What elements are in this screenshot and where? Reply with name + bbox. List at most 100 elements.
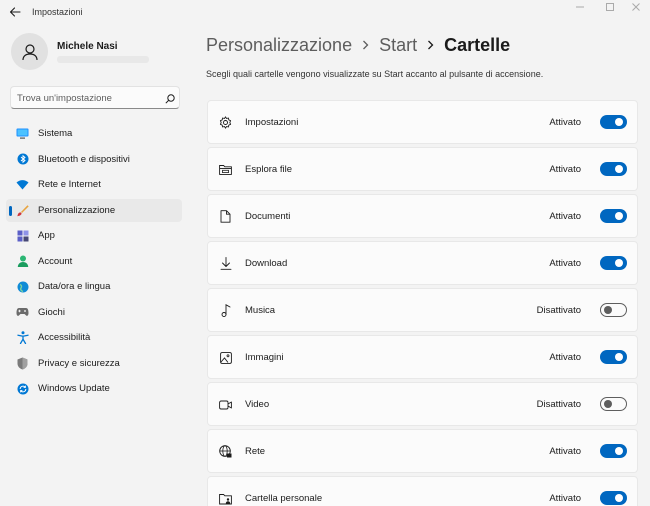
person-icon <box>21 43 38 60</box>
shield-icon <box>16 357 29 370</box>
toggle-switch[interactable] <box>600 209 627 223</box>
back-button[interactable] <box>8 5 24 21</box>
close-button[interactable] <box>620 0 650 14</box>
toggle-knob <box>615 212 623 220</box>
document-icon <box>219 210 232 223</box>
toggle-knob <box>615 118 623 126</box>
sidebar-item-sistema[interactable]: Sistema <box>6 122 182 146</box>
music-icon <box>219 304 232 317</box>
globe-clock-icon <box>16 280 29 293</box>
breadcrumb-item-personalizzazione[interactable]: Personalizzazione <box>206 35 352 56</box>
toggle-switch[interactable] <box>600 162 627 176</box>
folder-label: Video <box>245 399 270 410</box>
toggle-knob <box>604 306 612 314</box>
sidebar-item-label: App <box>38 230 55 241</box>
toggle-status: Attivato <box>549 258 581 269</box>
video-icon <box>219 398 232 411</box>
folder-row-download: Download Attivato <box>207 241 638 285</box>
wifi-icon <box>16 178 29 191</box>
folder-label: Immagini <box>245 352 284 363</box>
sidebar-item-personalizzazione[interactable]: Personalizzazione <box>6 198 182 222</box>
profile-email-redacted <box>57 56 149 63</box>
toggle-knob <box>615 259 623 267</box>
chevron-right-icon <box>362 38 369 53</box>
page-title: Cartelle <box>444 34 511 55</box>
folder-row-cartella-personale: Cartella personale Attivato <box>207 476 638 506</box>
close-icon <box>632 3 640 11</box>
page-description: Scegli quali cartelle vengono visualizza… <box>206 69 544 79</box>
folder-label: Documenti <box>245 211 291 222</box>
folder-list: Impostazioni Attivato Esplora file Attiv… <box>207 100 638 506</box>
minimize-button[interactable] <box>564 0 596 14</box>
minimize-icon <box>576 6 584 8</box>
personal-folder-icon <box>219 492 232 505</box>
sidebar-item-rete[interactable]: Rete e Internet <box>6 173 182 197</box>
folder-icon <box>219 163 232 176</box>
toggle-status: Attivato <box>549 164 581 175</box>
folder-label: Impostazioni <box>245 117 299 128</box>
brush-icon <box>16 204 29 217</box>
folder-label: Cartella personale <box>245 493 323 504</box>
folder-row-documenti: Documenti Attivato <box>207 194 638 238</box>
sidebar-item-windows-update[interactable]: Windows Update <box>6 377 182 401</box>
maximize-icon <box>606 3 614 11</box>
avatar <box>11 33 48 70</box>
sidebar-item-privacy[interactable]: Privacy e sicurezza <box>6 352 182 376</box>
toggle-switch[interactable] <box>600 350 627 364</box>
sidebar-item-label: Sistema <box>38 128 73 139</box>
sidebar-item-label: Personalizzazione <box>38 204 116 216</box>
toggle-knob <box>615 353 623 361</box>
download-icon <box>219 257 232 270</box>
sidebar-item-label: Account <box>38 255 73 267</box>
breadcrumb: Personalizzazione Start Cartelle <box>206 34 510 56</box>
toggle-switch[interactable] <box>600 256 627 270</box>
folder-row-rete: Rete Attivato <box>207 429 638 473</box>
folder-label: Download <box>245 258 288 269</box>
sidebar-item-app[interactable]: App <box>6 224 182 248</box>
toggle-switch[interactable] <box>600 397 627 411</box>
arrow-left-icon <box>9 7 21 17</box>
search-box[interactable] <box>10 86 180 109</box>
toggle-knob <box>615 165 623 173</box>
toggle-status: Attivato <box>549 211 581 222</box>
gamepad-icon <box>16 306 29 319</box>
sidebar-item-label: Giochi <box>38 306 65 318</box>
sidebar-item-accessibilita[interactable]: Accessibilità <box>6 326 182 350</box>
sidebar-nav: Sistema Bluetooth e dispositivi Rete e I… <box>6 122 182 403</box>
folder-label: Musica <box>245 305 276 316</box>
folder-row-musica: Musica Disattivato <box>207 288 638 332</box>
sidebar-item-label: Data/ora e lingua <box>38 281 111 292</box>
toggle-status: Attivato <box>549 446 581 457</box>
search-icon[interactable] <box>164 92 176 104</box>
toggle-switch[interactable] <box>600 303 627 317</box>
breadcrumb-item-start[interactable]: Start <box>379 35 417 56</box>
image-icon <box>219 351 232 364</box>
chevron-right-icon <box>427 38 434 53</box>
toggle-switch[interactable] <box>600 444 627 458</box>
toggle-status: Disattivato <box>536 399 581 410</box>
toggle-switch[interactable] <box>600 115 627 129</box>
folder-row-immagini: Immagini Attivato <box>207 335 638 379</box>
toggle-switch[interactable] <box>600 491 627 505</box>
toggle-status: Attivato <box>549 352 581 363</box>
folder-row-video: Video Disattivato <box>207 382 638 426</box>
selection-indicator <box>9 205 12 216</box>
sidebar-item-label: Windows Update <box>38 383 110 394</box>
folder-label: Rete <box>245 446 266 457</box>
sidebar-item-label: Accessibilità <box>38 332 91 343</box>
sidebar-item-bluetooth[interactable]: Bluetooth e dispositivi <box>6 148 182 172</box>
search-input[interactable] <box>17 92 157 104</box>
toggle-knob <box>615 494 623 502</box>
app-title: Impostazioni <box>32 7 83 17</box>
sidebar-item-giochi[interactable]: Giochi <box>6 301 182 325</box>
toggle-knob <box>615 447 623 455</box>
folder-row-esplora-file: Esplora file Attivato <box>207 147 638 191</box>
apps-icon <box>16 229 29 242</box>
folder-label: Esplora file <box>245 164 292 175</box>
profile-name: Michele Nasi <box>57 41 118 52</box>
toggle-status: Disattivato <box>536 305 581 316</box>
sidebar-item-data-ora[interactable]: Data/ora e lingua <box>6 275 182 299</box>
sidebar-item-account[interactable]: Account <box>6 250 182 274</box>
monitor-icon <box>16 127 29 140</box>
user-profile[interactable]: Michele Nasi <box>11 33 191 71</box>
